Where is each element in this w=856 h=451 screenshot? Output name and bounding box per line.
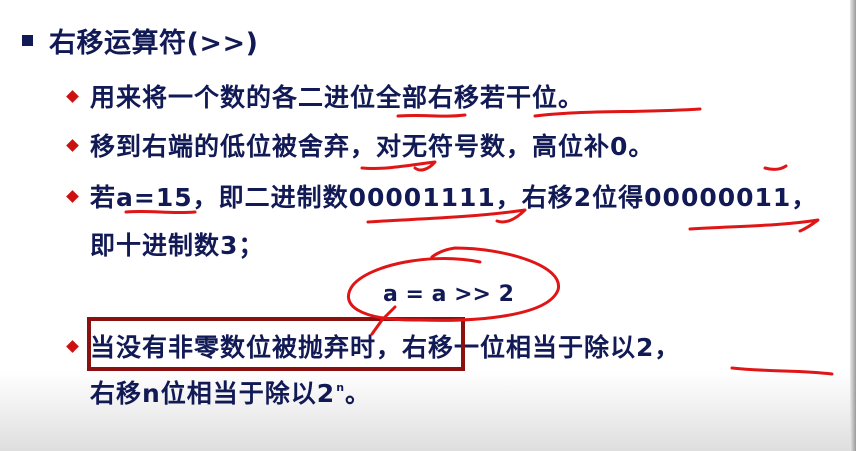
superscript-n: n <box>336 381 346 394</box>
bullet-line-3: 若a=15，即二进制数00001111，右移2位得00000011， <box>90 183 818 212</box>
underline-mark <box>360 160 437 172</box>
underline-mark <box>688 218 820 233</box>
square-bullet-icon <box>22 34 33 46</box>
slide: 右移运算符(>>) 用来将一个数的各二进位全部右移若干位。 移到右端的低位被舍弃… <box>0 0 856 451</box>
bullet-line-1: 用来将一个数的各二进位全部右移若干位。 <box>90 83 585 112</box>
bullet-line-4-continued-text: 右移n位相当于除以2 <box>90 379 336 408</box>
bullet-line-3-continued: 即十进制数3； <box>90 231 265 260</box>
diamond-bullet-icon <box>66 340 79 353</box>
window-edge <box>850 0 856 451</box>
bullet-line-2: 移到右端的低位被舍弃，对无符号数，高位补0。 <box>90 132 655 161</box>
underline-mark <box>396 113 467 118</box>
diamond-bullet-icon <box>66 190 79 203</box>
slide-title-row: 右移运算符(>>) <box>22 22 259 59</box>
diamond-bullet-icon <box>66 139 79 152</box>
underline-mark <box>730 366 834 376</box>
bullet-line-4-continued: 右移n位相当于除以2n。 <box>90 374 371 410</box>
diamond-bullet-icon <box>66 90 79 103</box>
period: 。 <box>345 379 372 408</box>
code-example: a = a >> 2 <box>383 282 514 307</box>
slide-title: 右移运算符(>>) <box>49 27 259 59</box>
underline-mark <box>763 164 788 171</box>
highlight-box <box>87 317 465 371</box>
